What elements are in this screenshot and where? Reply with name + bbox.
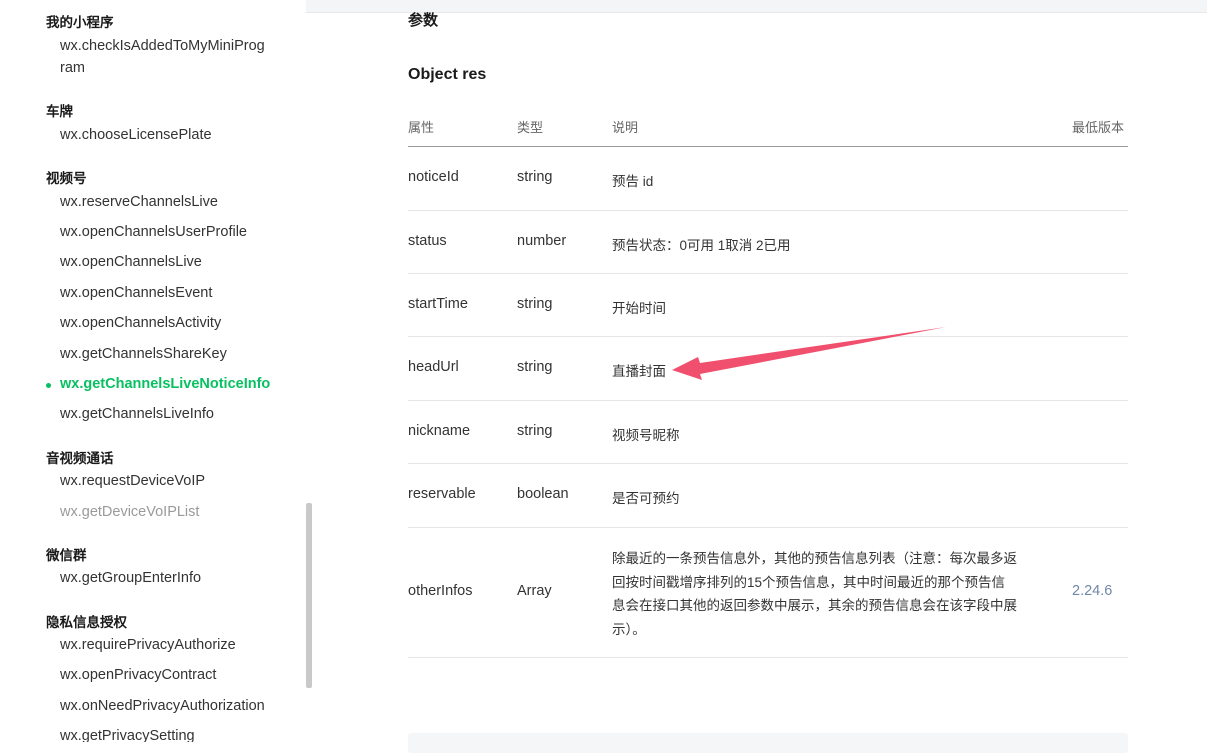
cell-prop: reservable: [408, 486, 476, 502]
table-row: noticeId string 预告 id: [408, 147, 1128, 211]
desc-line: 息会在接口其他的返回参数中展示，其余的预告信息会在该字段中展: [612, 598, 1017, 613]
table-row: reservable boolean 是否可预约: [408, 464, 1128, 528]
table-row: nickname string 视频号昵称: [408, 401, 1128, 464]
cell-prop: headUrl: [408, 359, 459, 375]
category-voip: 音视频通话: [46, 451, 114, 466]
sidebar-item-getPrivacySetting[interactable]: wx.getPrivacySetting: [60, 725, 195, 742]
cell-desc: 视频号昵称: [612, 428, 680, 443]
sidebar-item-reserveChannelsLive[interactable]: wx.reserveChannelsLive: [60, 191, 218, 213]
header-desc: 说明: [612, 120, 639, 135]
cell-desc: 预告 id: [612, 174, 654, 189]
section-title: 参数: [408, 12, 439, 29]
sidebar-item-getGroupEnterInfo[interactable]: wx.getGroupEnterInfo: [60, 567, 201, 589]
cell-prop: status: [408, 233, 447, 249]
cell-desc: 除最近的一条预告信息外，其他的预告信息列表（注意：每次最多返 回按时间戳增序排列…: [612, 547, 1040, 641]
active-dot-icon: [46, 383, 51, 388]
table-row: otherInfos Array 除最近的一条预告信息外，其他的预告信息列表（注…: [408, 528, 1128, 658]
cell-prop: otherInfos: [408, 583, 473, 599]
sidebar-item-getDeviceVoIPList[interactable]: wx.getDeviceVoIPList: [60, 501, 199, 523]
header-prop: 属性: [408, 120, 435, 135]
cell-type: boolean: [517, 486, 569, 502]
cell-prop: nickname: [408, 423, 471, 439]
cell-version: 2.24.6: [1072, 583, 1113, 599]
cell-type: string: [517, 359, 553, 375]
cell-desc: 开始时间: [612, 301, 666, 316]
cell-type: Array: [517, 583, 552, 599]
category-channels: 视频号: [46, 171, 87, 186]
cell-prop: startTime: [408, 296, 468, 312]
cell-desc: 预告状态：0可用 1取消 2已用: [612, 238, 791, 253]
table-row: status number 预告状态：0可用 1取消 2已用: [408, 211, 1128, 274]
sidebar-item-openChannelsEvent[interactable]: wx.openChannelsEvent: [60, 282, 212, 304]
sidebar-item-openChannelsLive[interactable]: wx.openChannelsLive: [60, 251, 202, 273]
category-my-miniprogram: 我的小程序: [46, 15, 114, 30]
header-type: 类型: [517, 120, 544, 135]
sidebar-item-onNeedPrivacyAuthorization[interactable]: wx.onNeedPrivacyAuthorization: [60, 695, 265, 717]
desc-line: 示）。: [612, 621, 646, 637]
sidebar-scrollbar[interactable]: [306, 503, 312, 688]
cell-prop: noticeId: [408, 169, 459, 185]
api-sidebar: 我的小程序 wx.checkIsAddedToMyMiniProg ram 车牌…: [0, 0, 306, 742]
sidebar-item-openChannelsActivity[interactable]: wx.openChannelsActivity: [60, 312, 221, 334]
cell-type: number: [517, 233, 567, 249]
code-block: [408, 733, 1128, 753]
sidebar-item-checkIsAddedToMyMiniProgram[interactable]: wx.checkIsAddedToMyMiniProg ram: [60, 35, 265, 79]
category-privacy: 隐私信息授权: [46, 615, 127, 630]
cell-desc: 是否可预约: [612, 491, 680, 506]
category-wechat-group: 微信群: [46, 548, 87, 563]
sidebar-item-label-line2: ram: [60, 60, 85, 76]
object-title: Object res: [408, 66, 487, 83]
cell-type: string: [517, 296, 553, 312]
cell-type: string: [517, 169, 553, 185]
annotation-arrow-icon: [672, 327, 946, 380]
sidebar-item-getChannelsLiveNoticeInfo[interactable]: wx.getChannelsLiveNoticeInfo: [60, 373, 270, 395]
sidebar-item-getChannelsLiveInfo[interactable]: wx.getChannelsLiveInfo: [60, 403, 214, 425]
desc-line: 回按时间戳增序排列的15个预告信息，其中时间最近的那个预告信: [612, 574, 1006, 590]
sidebar-item-openChannelsUserProfile[interactable]: wx.openChannelsUserProfile: [60, 221, 247, 243]
sidebar-item-openPrivacyContract[interactable]: wx.openPrivacyContract: [60, 664, 216, 686]
sidebar-item-getChannelsShareKey[interactable]: wx.getChannelsShareKey: [60, 343, 227, 365]
desc-line: 除最近的一条预告信息外，其他的预告信息列表（注意：每次最多返: [612, 551, 1017, 566]
header-version: 最低版本: [1072, 120, 1125, 135]
cell-desc: 直播封面: [612, 364, 666, 379]
cell-type: string: [517, 423, 553, 439]
sidebar-item-label-line1: wx.checkIsAddedToMyMiniProg: [60, 38, 265, 54]
sidebar-item-requirePrivacyAuthorize[interactable]: wx.requirePrivacyAuthorize: [60, 634, 236, 656]
sidebar-item-requestDeviceVoIP[interactable]: wx.requestDeviceVoIP: [60, 470, 205, 492]
category-license-plate: 车牌: [46, 104, 73, 119]
sidebar-item-chooseLicensePlate[interactable]: wx.chooseLicensePlate: [60, 124, 212, 146]
